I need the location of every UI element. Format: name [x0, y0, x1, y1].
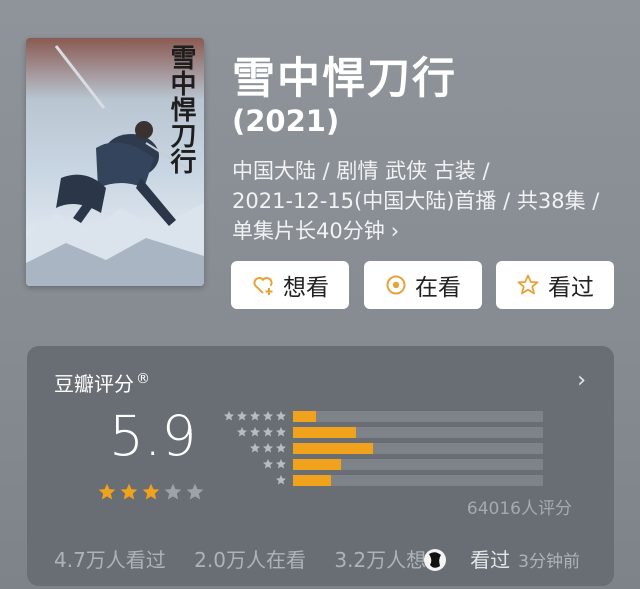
small-star-icon: [262, 458, 274, 470]
small-star-icon: [275, 410, 287, 422]
target-icon: [386, 275, 406, 295]
distribution-bar-track: [293, 410, 543, 422]
meta-line-1: 中国大陆 / 剧情 武侠 古装 /: [232, 159, 490, 183]
small-star-icon: [249, 410, 261, 422]
watched-label: 看过: [548, 275, 594, 301]
distribution-row-5: [223, 408, 543, 424]
small-star-icon: [262, 426, 274, 438]
small-star-icon: [275, 474, 287, 486]
distribution-row-3: [223, 440, 543, 456]
rating-card-title: 豆瓣评分 ®: [54, 368, 150, 397]
want-to-watch-label: 想看: [283, 275, 329, 301]
small-star-icon: [236, 410, 248, 422]
poster-image[interactable]: 雪中悍刀行: [26, 38, 204, 286]
distribution-bar-track: [293, 458, 543, 470]
star-empty-icon: [185, 482, 205, 506]
small-star-icon: [262, 410, 274, 422]
distribution-bar-fill: [293, 410, 316, 422]
distribution-row-1: [223, 472, 543, 488]
rating-label: 豆瓣评分: [54, 372, 134, 396]
distribution-stars-5: [223, 410, 287, 422]
small-star-icon: [249, 442, 261, 454]
movie-year: (2021): [232, 104, 340, 138]
star-outline-icon: [517, 274, 539, 295]
distribution-row-4: [223, 424, 543, 440]
small-star-icon: [236, 426, 248, 438]
distribution-stars-4: [223, 426, 287, 438]
star-filled-icon: [141, 482, 161, 506]
want-count: 3.2万人想: [334, 548, 427, 572]
distribution-stars-1: [223, 474, 287, 486]
rating-count: 64016人评分: [466, 499, 572, 519]
movie-title: 雪中悍刀行: [232, 54, 457, 104]
stats-overlay-text: 看过: [470, 548, 511, 572]
registered-mark: ®: [136, 371, 150, 388]
want-to-watch-button[interactable]: 想看: [231, 261, 349, 309]
meta-line-3: 单集片长40分钟 ›: [232, 216, 599, 246]
distribution-bar-track: [293, 426, 543, 438]
distribution-stars-3: [223, 442, 287, 454]
distribution-bar-fill: [293, 442, 373, 454]
distribution-bar-track: [293, 442, 543, 454]
distribution-row-2: [223, 456, 543, 472]
small-star-icon: [275, 426, 287, 438]
watched-button[interactable]: 看过: [496, 261, 614, 309]
app-logo-icon: [422, 546, 448, 572]
watching-label: 在看: [415, 275, 461, 301]
movie-meta[interactable]: 中国大陆 / 剧情 武侠 古装 / 2021-12-15(中国大陆)首播 / 共…: [232, 156, 599, 246]
distribution-stars-2: [223, 458, 287, 470]
timestamp: 3分钟前: [518, 552, 580, 572]
rating-distribution: [223, 408, 543, 488]
meta-line-2: 2021-12-15(中国大陆)首播 / 共38集 /: [232, 189, 600, 213]
distribution-bar-fill: [293, 458, 341, 470]
small-star-icon: [249, 426, 261, 438]
star-empty-icon: [163, 482, 183, 506]
star-filled-icon: [97, 482, 117, 506]
rating-score: 5.9: [109, 404, 197, 468]
star-filled-icon: [119, 482, 139, 506]
meta-line-3-text: 单集片长40分钟: [232, 219, 385, 243]
stats-row: 4.7万人看过 2.0万人在看 3.2万人想 看过 3分钟前: [54, 544, 580, 575]
heart-plus-icon: [253, 277, 273, 295]
small-star-icon: [262, 442, 274, 454]
distribution-bar-fill: [293, 474, 331, 486]
chevron-right-icon[interactable]: ›: [577, 368, 586, 393]
small-star-icon: [223, 410, 235, 422]
rating-card[interactable]: 豆瓣评分 ® › 5.9 64016人评分 4.7万人看过 2.0万人在看 3.2…: [27, 346, 614, 586]
poster-title-text: 雪中悍刀行: [166, 44, 196, 174]
distribution-bar-fill: [293, 426, 356, 438]
chevron-right-icon: ›: [390, 219, 400, 243]
watching-count: 2.0万人在看: [194, 548, 306, 572]
distribution-bar-track: [293, 474, 543, 486]
small-star-icon: [275, 458, 287, 470]
watched-count: 4.7万人看过: [54, 548, 166, 572]
small-star-icon: [275, 442, 287, 454]
rating-stars: [97, 482, 205, 506]
watching-button[interactable]: 在看: [364, 261, 482, 309]
